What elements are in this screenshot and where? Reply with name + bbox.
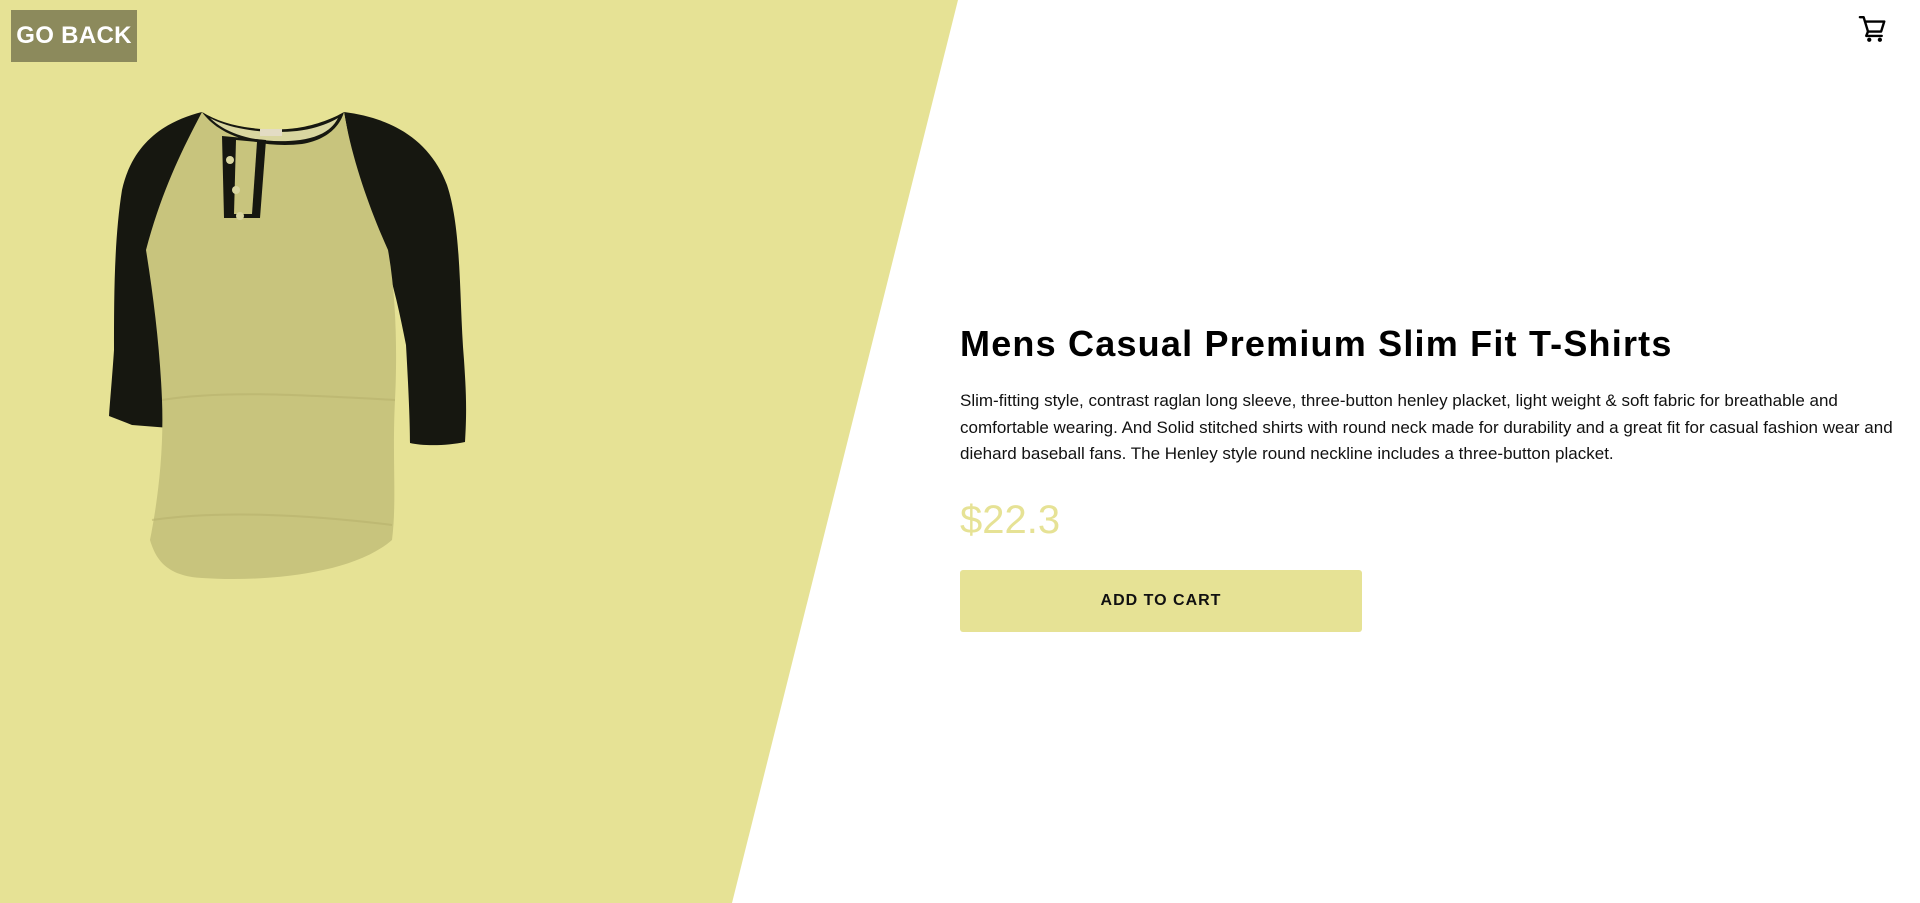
shirt-tag bbox=[260, 129, 282, 136]
cart-button[interactable] bbox=[1856, 12, 1890, 46]
product-price: $22.3 bbox=[960, 497, 1061, 542]
shirt-button bbox=[232, 186, 240, 194]
product-description: Slim-fitting style, contrast raglan long… bbox=[960, 391, 1893, 463]
go-back-button[interactable]: GO BACK bbox=[11, 10, 137, 62]
shirt-button bbox=[226, 156, 234, 164]
product-detail-page: GO BACK Mens Casual Premium Slim Fit T-S… bbox=[0, 0, 1920, 903]
add-to-cart-button[interactable]: ADD TO CART bbox=[960, 569, 1362, 632]
shopping-cart-icon bbox=[1858, 15, 1886, 42]
shirt-body bbox=[146, 112, 397, 580]
product-image bbox=[109, 112, 467, 580]
product-title: Mens Casual Premium Slim Fit T-Shirts bbox=[960, 323, 1673, 364]
shirt-button bbox=[236, 212, 244, 220]
product-details: Mens Casual Premium Slim Fit T-Shirts Sl… bbox=[960, 320, 1920, 632]
